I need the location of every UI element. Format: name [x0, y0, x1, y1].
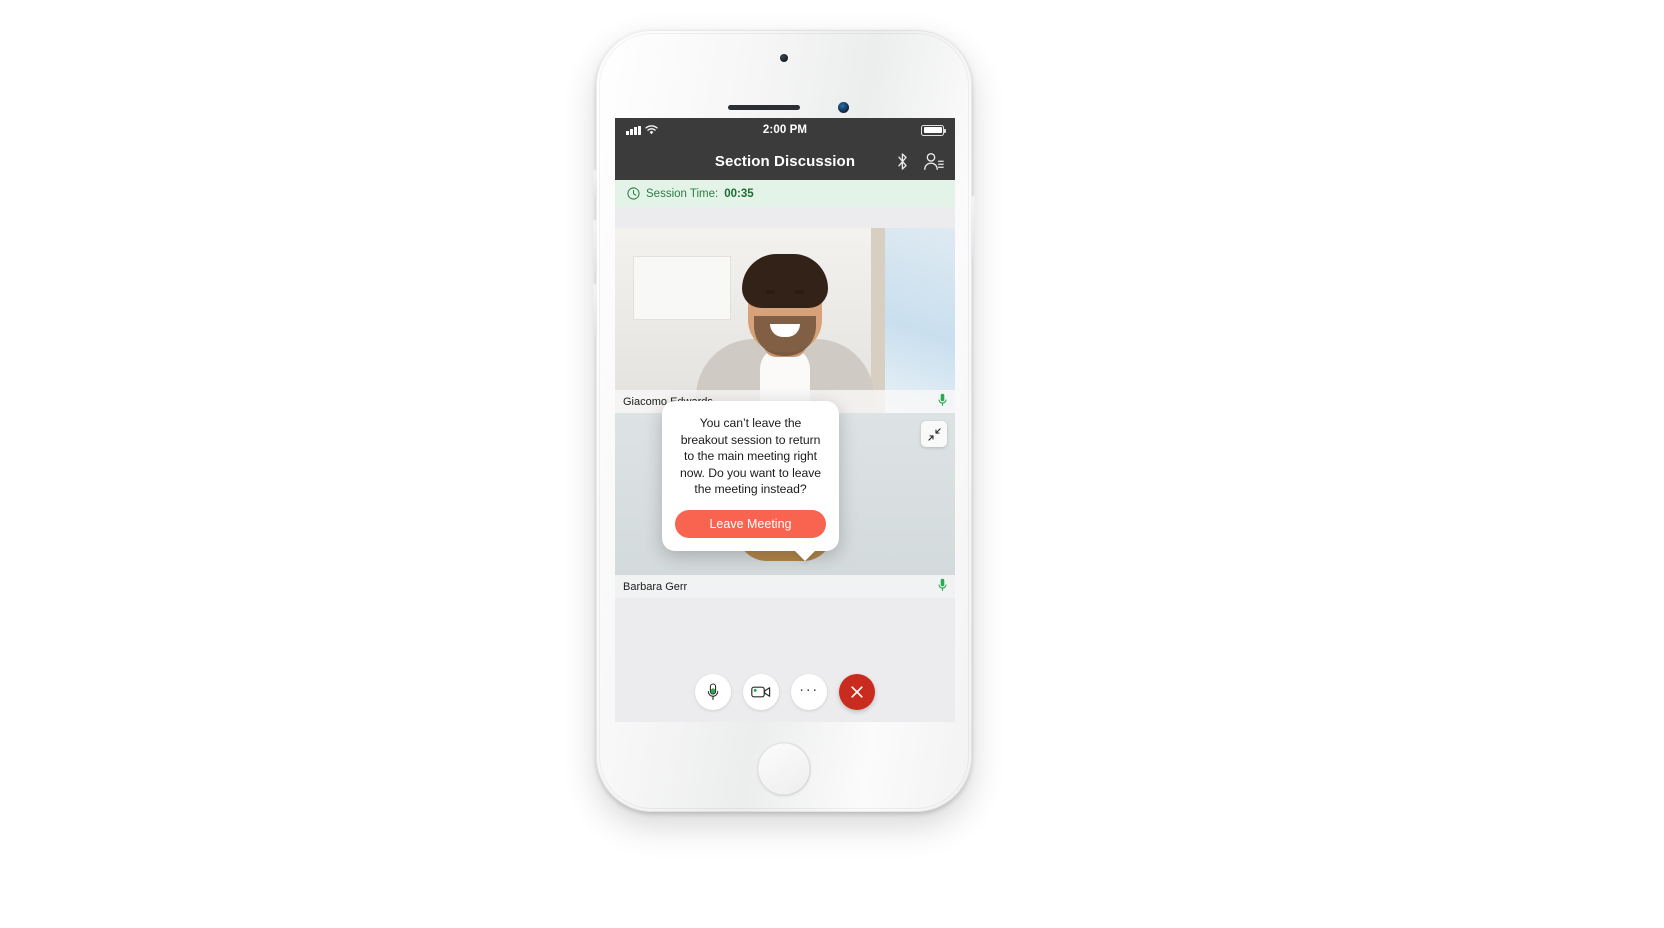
video-tile-giacomo[interactable]: Giacomo Edwards	[615, 228, 955, 413]
participants-icon[interactable]	[923, 152, 944, 171]
content-spacer	[615, 207, 955, 228]
home-button[interactable]	[757, 742, 811, 796]
meeting-toolbar: ···	[615, 662, 955, 722]
front-camera-icon	[780, 54, 788, 62]
collapse-arrows-icon	[927, 427, 941, 441]
earpiece-speaker	[728, 105, 800, 110]
video-camera-icon	[751, 686, 771, 698]
volume-up-button[interactable]	[593, 220, 597, 272]
close-x-icon	[851, 686, 863, 698]
microphone-active-icon	[938, 393, 947, 410]
bluetooth-icon[interactable]	[896, 152, 909, 171]
power-button[interactable]	[971, 196, 975, 258]
microphone-icon	[707, 683, 719, 701]
session-time-label: Session Time:	[646, 187, 719, 200]
navigation-bar: Section Discussion	[615, 142, 955, 180]
battery-full-icon	[921, 124, 946, 136]
silent-switch[interactable]	[593, 170, 597, 198]
phone-screen: 2:00 PM Section Discussion Session Time:…	[615, 118, 955, 722]
leave-meeting-button[interactable]: Leave Meeting	[675, 509, 826, 538]
leave-meeting-popover: You can’t leave the breakout session to …	[662, 401, 839, 561]
volume-down-button[interactable]	[593, 284, 597, 336]
collapse-button[interactable]	[921, 421, 947, 447]
more-button[interactable]: ···	[791, 674, 827, 710]
status-bar-right	[921, 124, 946, 136]
participant-video-giacomo	[615, 228, 955, 413]
session-time-bar: Session Time: 00:35	[615, 180, 955, 207]
status-bar-clock: 2:00 PM	[762, 124, 808, 136]
leave-button[interactable]	[839, 674, 875, 710]
session-time-value: 00:35	[724, 187, 754, 200]
navigation-actions	[896, 152, 944, 171]
participant-name: Barbara Gerr	[623, 580, 688, 593]
status-bar: 2:00 PM	[615, 118, 955, 142]
clock-icon	[627, 187, 640, 200]
popover-arrow	[793, 549, 816, 561]
proximity-sensor-icon	[838, 102, 849, 113]
popover-message: You can’t leave the breakout session to …	[679, 416, 822, 496]
mute-button[interactable]	[695, 674, 731, 710]
phone-device: 2:00 PM Section Discussion Session Time:…	[593, 30, 975, 812]
participant-name-bar: Barbara Gerr	[615, 575, 955, 598]
microphone-active-icon	[938, 578, 947, 595]
video-button[interactable]	[743, 674, 779, 710]
ellipsis-icon: ···	[799, 680, 819, 698]
